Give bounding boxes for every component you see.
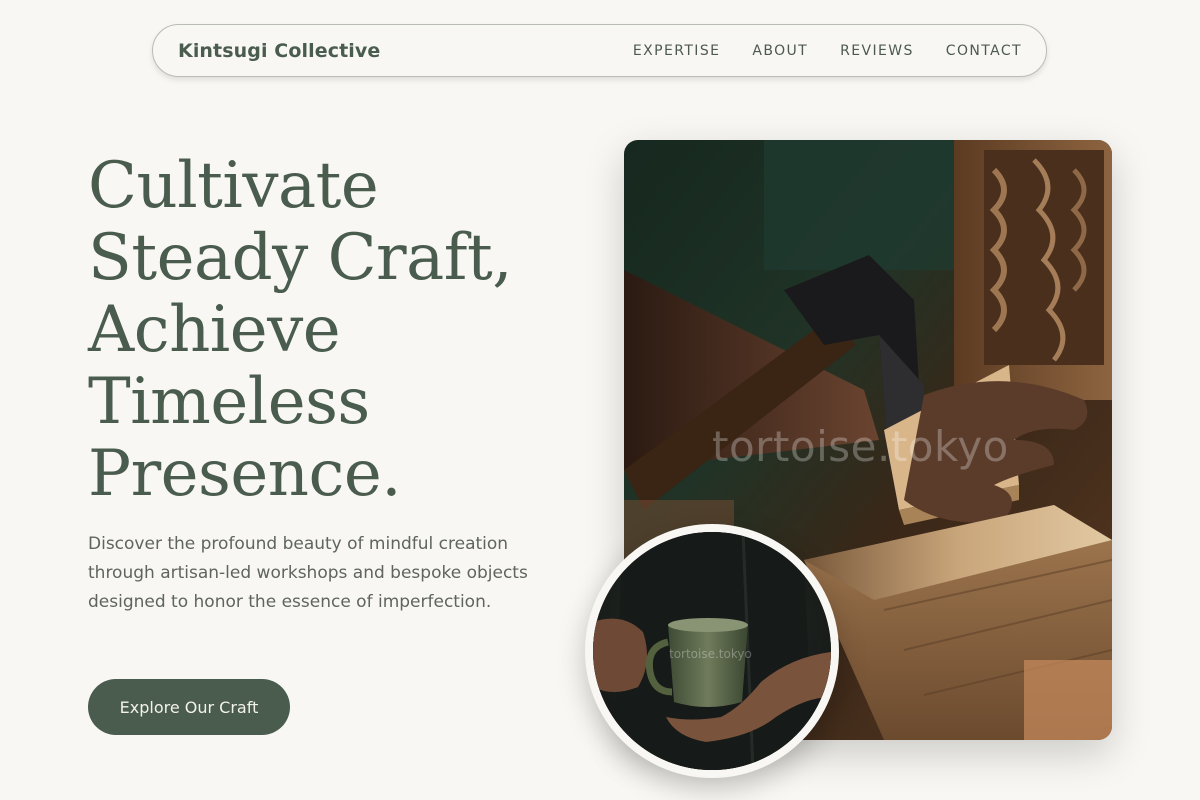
nav-link-expertise[interactable]: EXPERTISE [633,43,720,59]
nav-link-about[interactable]: ABOUT [752,43,808,59]
image-watermark: tortoise.tokyo [712,422,1009,471]
headline-line: Steady Craft, [88,221,513,295]
ceramic-mug-photo: tortoise.tokyo [585,524,839,778]
explore-craft-button[interactable]: Explore Our Craft [88,679,290,735]
headline-line: Achieve [88,293,341,367]
top-navigation: Kintsugi Collective EXPERTISE ABOUT REVI… [152,24,1047,77]
hero-headline: Cultivate Steady Craft, Achieve Timeless… [88,150,568,510]
nav-links: EXPERTISE ABOUT REVIEWS CONTACT [601,43,1022,59]
headline-line: Cultivate [88,149,379,223]
hero-description: Discover the profound beauty of mindful … [88,534,528,612]
image-watermark: tortoise.tokyo [669,647,752,661]
headline-line: Presence. [88,437,402,511]
nav-link-contact[interactable]: CONTACT [946,43,1022,59]
nav-link-reviews[interactable]: REVIEWS [840,43,914,59]
brand-logo[interactable]: Kintsugi Collective [178,40,380,62]
headline-line: Timeless [88,365,370,439]
